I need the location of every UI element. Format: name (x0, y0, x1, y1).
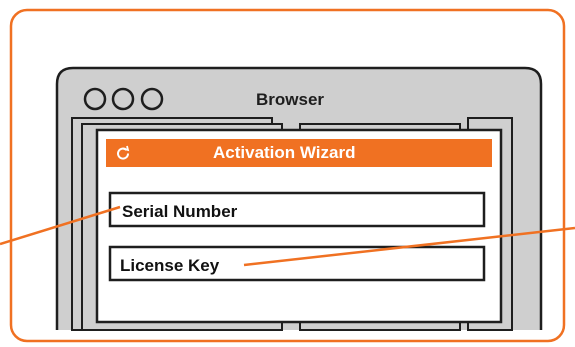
serial-number-label: Serial Number (122, 202, 238, 221)
wizard-title: Activation Wizard (213, 143, 356, 162)
illustration (0, 8, 575, 343)
browser-title: Browser (256, 90, 325, 109)
license-key-label: License Key (120, 256, 220, 275)
